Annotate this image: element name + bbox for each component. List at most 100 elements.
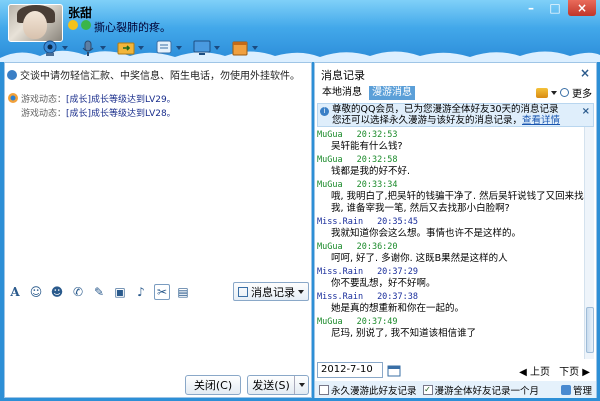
send-button-label: 发送(S) <box>252 379 290 392</box>
close-banner-button[interactable]: × <box>582 106 590 117</box>
message-sender: MuGua <box>317 130 343 140</box>
nudge-icon[interactable]: ✆ <box>70 284 86 300</box>
tab-roaming-messages[interactable]: 漫游消息 <box>369 86 415 100</box>
calendar-icon <box>387 365 401 376</box>
message-item: Miss.Rain 20:35:45 我就知道你会这么想。事情也许不是这样的。 <box>317 216 586 240</box>
game-icon <box>8 93 18 103</box>
message-time: 20:37:49 <box>356 317 398 327</box>
date-picker-button[interactable] <box>385 362 403 378</box>
manage-icon <box>560 384 571 395</box>
magic-emoji-icon[interactable]: ☻ <box>49 284 65 300</box>
message-header: Miss.Rain 20:37:29 <box>317 266 586 278</box>
game-feed-item: 游戏动态： [成长]成长等级达到LV28。 <box>7 105 176 119</box>
permanent-roaming-label: 永久漫游此好友记录 <box>331 385 417 397</box>
message-history-button[interactable]: 消息记录 <box>233 282 309 301</box>
message-item: Miss.Rain 20:37:29 你不要乱想，好不好啊。 <box>317 266 586 290</box>
message-input[interactable] <box>5 305 311 373</box>
music-icon[interactable]: ♪ <box>133 284 149 300</box>
message-text: 钱都是我的好不好. <box>331 166 411 177</box>
star-icon <box>68 20 78 30</box>
permanent-roaming-checkbox[interactable] <box>319 384 329 395</box>
chat-pane: 交谈中请勿轻信汇款、中奖信息、陌生电话，勿使用外挂软件。 游戏动态： [成长]成… <box>4 62 312 398</box>
message-item: MuGua 20:32:53 吴轩能有什么钱? <box>317 129 586 153</box>
font-icon[interactable]: A <box>7 284 23 300</box>
contact-name[interactable]: 张甜 <box>68 4 92 21</box>
game-feed: 游戏动态： [成长]成长等级达到LV29。 游戏动态： [成长]成长等级达到LV… <box>7 91 176 119</box>
maximize-button[interactable]: □ <box>544 0 566 16</box>
message-sender: Miss.Rain <box>317 292 364 302</box>
message-item: MuGua 20:32:58 钱都是我的好不好. <box>317 154 586 178</box>
chevron-down-icon <box>298 383 305 387</box>
scrollbar-thumb[interactable] <box>586 307 594 353</box>
next-page-button[interactable]: 下页 ▶ <box>559 363 590 378</box>
message-sender: MuGua <box>317 317 343 327</box>
search-icon[interactable] <box>560 88 569 97</box>
doodle-icon[interactable]: ✎ <box>91 284 107 300</box>
close-history-panel-button[interactable]: × <box>580 66 590 80</box>
date-field[interactable]: 2012-7-10 <box>317 362 383 378</box>
close-window-button[interactable]: × <box>568 0 596 16</box>
view-details-link[interactable]: 查看详情 <box>522 115 560 126</box>
all-friends-roaming-checkbox[interactable]: ✓ <box>422 384 433 395</box>
message-sender: MuGua <box>317 155 343 165</box>
screenshot-icon[interactable]: ✂ <box>154 284 170 300</box>
image-icon[interactable]: ▣ <box>112 284 128 300</box>
info-icon: i <box>320 107 329 116</box>
game-feed-item: 游戏动态： [成长]成长等级达到LV29。 <box>7 91 176 105</box>
message-sender: MuGua <box>317 180 343 190</box>
send-file-button[interactable] <box>116 38 144 58</box>
message-header: Miss.Rain 20:35:45 <box>317 216 586 228</box>
history-more-menu[interactable]: 更多 <box>536 85 592 100</box>
more-label[interactable]: 更多 <box>572 85 592 100</box>
game-feed-link[interactable]: [成长]成长等级达到LV28。 <box>66 106 176 119</box>
security-notice: 交谈中请勿轻信汇款、中奖信息、陌生电话，勿使用外挂软件。 <box>7 67 300 82</box>
send-button[interactable]: 发送(S) <box>247 375 309 395</box>
history-panel-title: 消息记录 <box>321 69 365 82</box>
message-time: 20:37:38 <box>377 292 419 302</box>
voice-call-icon <box>78 38 98 58</box>
message-header: MuGua 20:33:34 <box>317 179 586 191</box>
sms-button[interactable] <box>154 38 182 58</box>
message-text: 呵呵, 好了. 多谢你. 这既B果然是这样的人 <box>331 253 508 264</box>
message-list-scrollbar[interactable] <box>584 127 594 359</box>
video-call-icon <box>40 38 60 58</box>
game-feed-link[interactable]: [成长]成长等级达到LV29。 <box>66 92 176 105</box>
permanent-roaming-option[interactable]: 永久漫游此好友记录 <box>319 383 417 397</box>
calendar-icon[interactable]: ▤ <box>175 284 191 300</box>
close-button[interactable]: 关闭(C) <box>185 375 241 395</box>
prev-page-button[interactable]: ◀ 上页 <box>519 363 550 378</box>
message-time: 20:33:34 <box>356 180 398 190</box>
message-time: 20:37:29 <box>377 267 419 277</box>
remote-desktop-button[interactable] <box>192 38 220 58</box>
video-call-button[interactable] <box>40 38 68 58</box>
tab-local-messages[interactable]: 本地消息 <box>319 86 365 100</box>
online-status-icon <box>81 20 91 30</box>
voice-call-button[interactable] <box>78 38 106 58</box>
apps-button[interactable] <box>230 38 258 58</box>
message-header: MuGua 20:36:20 <box>317 241 586 253</box>
prev-page-label: 上页 <box>530 367 550 378</box>
apps-icon <box>230 38 250 58</box>
message-time: 20:32:58 <box>356 155 398 165</box>
roaming-options: 永久漫游此好友记录 ✓ 漫游全体好友记录一个月 管理 <box>315 381 596 398</box>
send-file-icon <box>116 38 136 58</box>
chevron-down-icon <box>551 90 557 95</box>
message-item: MuGua 20:33:34 哦, 我明白了,把吴轩的钱骗干净了. 然后吴轩说钱了… <box>317 179 586 215</box>
all-friends-roaming-option[interactable]: ✓ 漫游全体好友记录一个月 <box>422 383 539 397</box>
manage-label: 管理 <box>572 385 592 397</box>
chevron-down-icon <box>298 289 304 294</box>
message-text: 哦, 我明白了,把吴轩的钱骗干净了. 然后吴轩说钱了又回来找我, 谁备宰我一笔,… <box>331 191 584 214</box>
emoji-icon[interactable]: ☺ <box>28 284 44 300</box>
message-text: 她是真的想重新和你在一起的。 <box>331 303 465 314</box>
message-history-panel: 消息记录 × 本地消息 漫游消息 更多 i 尊敬的QQ会员，已为您漫游全体好友3… <box>314 62 597 398</box>
manage-button[interactable]: 管理 <box>560 383 592 397</box>
send-options-dropdown[interactable] <box>294 376 308 394</box>
chat-toolbar <box>40 36 258 60</box>
game-feed-label: 游戏动态： <box>21 94 67 105</box>
message-sender: MuGua <box>317 242 343 252</box>
message-text: 尼玛, 别说了, 我不知道该相信谁了 <box>331 328 477 339</box>
banner-line2: 您还可以选择永久漫游与该好友的消息记录，查看详情 <box>332 115 593 126</box>
message-header: MuGua 20:32:58 <box>317 154 586 166</box>
minimize-button[interactable]: – <box>520 0 542 16</box>
message-item: MuGua 20:37:49 尼玛, 别说了, 我不知道该相信谁了 <box>317 316 586 340</box>
